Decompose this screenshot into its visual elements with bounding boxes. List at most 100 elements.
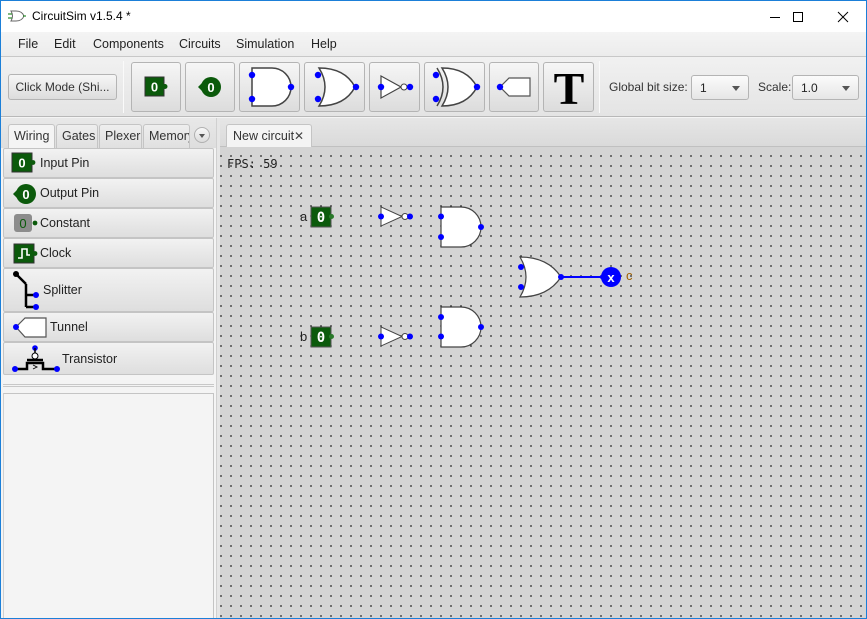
pin-label-c: c bbox=[626, 268, 633, 283]
svg-text:0: 0 bbox=[19, 216, 26, 231]
pin-label-a: a bbox=[300, 209, 308, 224]
input-pin-icon: 0 bbox=[11, 152, 36, 173]
not-gate-tool-button[interactable] bbox=[369, 62, 420, 112]
not-gate-1[interactable] bbox=[378, 206, 413, 227]
app-logo-icon bbox=[8, 10, 26, 22]
svg-text:0: 0 bbox=[317, 210, 325, 226]
input-pin-a[interactable]: 0 bbox=[310, 206, 334, 228]
component-list: 0 Input Pin 0 Output Pin 0 Constant Cloc… bbox=[3, 148, 214, 375]
tab-plexer[interactable]: Plexer bbox=[99, 124, 142, 148]
component-clock[interactable]: Clock bbox=[3, 238, 214, 268]
menu-components[interactable]: Components bbox=[93, 37, 164, 51]
app-window: CircuitSim v1.5.4 * File Edit Components… bbox=[0, 0, 867, 619]
chevron-down-icon bbox=[842, 86, 850, 91]
or-gate[interactable] bbox=[518, 256, 564, 298]
toolbar: Click Mode (Shi... 0 0 T Global bit size… bbox=[1, 57, 866, 117]
tunnel-icon bbox=[496, 77, 531, 97]
svg-text:0: 0 bbox=[207, 80, 214, 95]
scale-select[interactable]: 1.0 bbox=[792, 75, 859, 100]
input-pin-b[interactable]: 0 bbox=[310, 326, 334, 348]
text-tool-button[interactable]: T bbox=[543, 62, 594, 112]
menu-help[interactable]: Help bbox=[311, 37, 337, 51]
bit-size-select[interactable]: 1 bbox=[691, 75, 749, 100]
close-icon bbox=[837, 11, 849, 22]
transistor-icon bbox=[12, 345, 60, 372]
circuit-tab-label: New circuit bbox=[233, 129, 295, 143]
component-label: Input Pin bbox=[40, 156, 90, 170]
tab-gates[interactable]: Gates bbox=[56, 124, 98, 148]
component-tunnel[interactable]: Tunnel bbox=[3, 312, 214, 342]
output-pin-icon: 0 bbox=[13, 184, 36, 204]
svg-text:0: 0 bbox=[18, 156, 25, 171]
toolbar-separator bbox=[599, 61, 600, 113]
maximize-button[interactable] bbox=[775, 1, 821, 32]
component-label: Tunnel bbox=[50, 320, 88, 334]
title-bar: CircuitSim v1.5.4 * bbox=[1, 1, 866, 32]
and-gate-1[interactable] bbox=[438, 206, 484, 248]
component-label: Constant bbox=[40, 216, 91, 230]
xor-gate-tool-button[interactable] bbox=[424, 62, 485, 112]
menu-simulation[interactable]: Simulation bbox=[236, 37, 294, 51]
splitter-icon bbox=[13, 271, 39, 310]
component-splitter[interactable]: Splitter bbox=[3, 268, 214, 312]
menu-edit[interactable]: Edit bbox=[54, 37, 76, 51]
menu-circuits[interactable]: Circuits bbox=[179, 37, 221, 51]
circuit-drawing: 0 x 0 bbox=[310, 206, 621, 348]
text-tool-icon: T bbox=[553, 64, 584, 110]
tab-new-circuit[interactable]: New circuit ✕ bbox=[226, 124, 312, 148]
svg-text:0: 0 bbox=[317, 330, 325, 346]
tab-memory[interactable]: Memory bbox=[143, 124, 190, 148]
bit-size-value: 1 bbox=[700, 81, 707, 95]
circuit-canvas[interactable]: FPS: 59 0 x 0 a b c bbox=[220, 147, 866, 618]
click-mode-button[interactable]: Click Mode (Shi... bbox=[8, 74, 117, 100]
svg-text:T: T bbox=[553, 64, 584, 110]
component-output-pin[interactable]: 0 Output Pin bbox=[3, 178, 214, 208]
input-pin-tool-button[interactable]: 0 bbox=[131, 62, 181, 112]
panel-divider bbox=[3, 384, 214, 387]
component-input-pin[interactable]: 0 Input Pin bbox=[3, 148, 214, 178]
output-pin-icon: 0 bbox=[198, 77, 221, 97]
chevron-down-icon bbox=[732, 86, 740, 91]
menu-file[interactable]: File bbox=[18, 37, 38, 51]
component-label: Transistor bbox=[62, 352, 118, 366]
pin-label-b: b bbox=[300, 329, 308, 344]
tab-wiring[interactable]: Wiring bbox=[8, 124, 55, 149]
component-label: Splitter bbox=[43, 283, 82, 297]
bit-size-label: Global bit size: bbox=[609, 80, 688, 94]
maximize-icon bbox=[793, 11, 803, 22]
output-pin-c[interactable]: x bbox=[599, 267, 621, 287]
properties-panel bbox=[3, 393, 214, 618]
not-gate-2[interactable] bbox=[378, 326, 413, 347]
svg-text:x: x bbox=[607, 270, 615, 285]
and-gate-tool-button[interactable] bbox=[239, 62, 300, 112]
component-panel: Wiring Gates Plexer Memory 0 Input Pin 0 bbox=[1, 118, 216, 618]
or-gate-tool-button[interactable] bbox=[304, 62, 365, 112]
close-button[interactable] bbox=[820, 1, 866, 32]
svg-text:0: 0 bbox=[22, 187, 29, 202]
component-tabs: Wiring Gates Plexer Memory bbox=[1, 118, 216, 149]
scale-label: Scale: bbox=[758, 80, 792, 94]
circuit-tabs: New circuit ✕ bbox=[220, 118, 866, 148]
component-label: Output Pin bbox=[40, 186, 100, 200]
not-gate-icon bbox=[377, 74, 413, 100]
clock-icon bbox=[13, 243, 38, 264]
component-constant[interactable]: 0 Constant bbox=[3, 208, 214, 238]
or-gate-icon bbox=[314, 67, 359, 107]
menu-bar: File Edit Components Circuits Simulation… bbox=[1, 32, 866, 57]
output-pin-tool-button[interactable]: 0 bbox=[185, 62, 235, 112]
scale-value: 1.0 bbox=[801, 81, 818, 95]
tunnel-tool-button[interactable] bbox=[489, 62, 539, 112]
window-title: CircuitSim v1.5.4 * bbox=[32, 9, 131, 23]
toolbar-separator bbox=[123, 61, 124, 113]
tunnel-icon bbox=[13, 317, 47, 338]
and-gate-2[interactable] bbox=[438, 306, 484, 348]
svg-text:0: 0 bbox=[151, 80, 158, 95]
xor-gate-icon bbox=[432, 67, 480, 107]
close-tab-icon[interactable]: ✕ bbox=[294, 129, 304, 143]
component-label: Clock bbox=[40, 246, 72, 260]
component-transistor[interactable]: Transistor bbox=[3, 342, 214, 375]
input-pin-icon: 0 bbox=[144, 76, 168, 97]
and-gate-icon bbox=[248, 67, 294, 107]
constant-icon: 0 bbox=[14, 214, 38, 232]
tab-overflow-menu-button[interactable] bbox=[194, 127, 210, 143]
